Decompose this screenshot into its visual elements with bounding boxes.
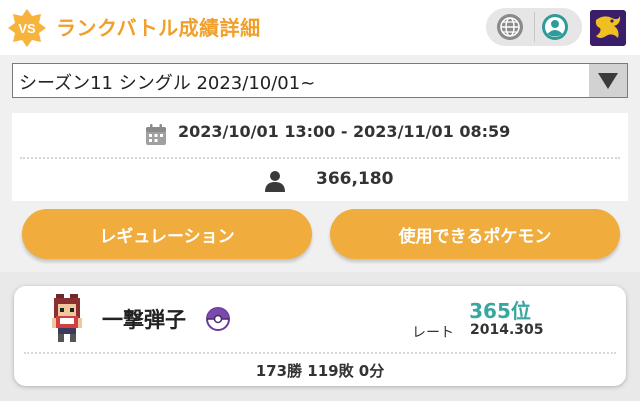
- usable-pokemon-button[interactable]: 使用できるポケモン: [330, 209, 620, 259]
- player-rank: 365位: [469, 299, 531, 323]
- trainer-sprite-icon: [52, 294, 82, 342]
- season-select-toggle[interactable]: [589, 64, 627, 97]
- user-circle-icon[interactable]: [540, 12, 570, 42]
- season-info-panel: 2023/10/01 13:00 - 2023/11/01 08:59 366,…: [12, 113, 628, 201]
- win-loss-record: 173勝 119敗 0分: [255, 362, 385, 380]
- season-select-value: シーズン11 シングル 2023/10/01~: [19, 73, 316, 94]
- header-actions: [486, 8, 582, 46]
- player-card[interactable]: 一撃弾子 365位 レート 2014.305 173勝 119敗 0分: [14, 286, 626, 386]
- triangle-down-icon: [598, 73, 618, 89]
- page-title: ランクバトル成績詳細: [56, 16, 261, 40]
- calendar-icon: [146, 124, 166, 145]
- season-select[interactable]: シーズン11 シングル 2023/10/01~: [12, 63, 628, 98]
- card-divider: [24, 352, 616, 354]
- scarlet-violet-logo[interactable]: [590, 10, 626, 46]
- svg-text:VS: VS: [18, 21, 36, 36]
- season-date-range: 2023/10/01 13:00 - 2023/11/01 08:59: [178, 122, 511, 141]
- player-name: 一撃弾子: [102, 308, 186, 332]
- regulation-button[interactable]: レギュレーション: [22, 209, 312, 259]
- rate-value: 2014.305: [470, 322, 544, 338]
- globe-icon[interactable]: [495, 12, 525, 42]
- player-count: 366,180: [316, 169, 394, 189]
- rate-label: レート: [412, 325, 454, 341]
- pill-divider: [534, 12, 535, 42]
- person-icon: [265, 171, 285, 192]
- vs-badge-icon: VS: [8, 9, 46, 47]
- divider: [20, 157, 620, 159]
- violet-ball-icon: [206, 307, 230, 331]
- header-bar: VS ランクバトル成績詳細: [0, 0, 640, 55]
